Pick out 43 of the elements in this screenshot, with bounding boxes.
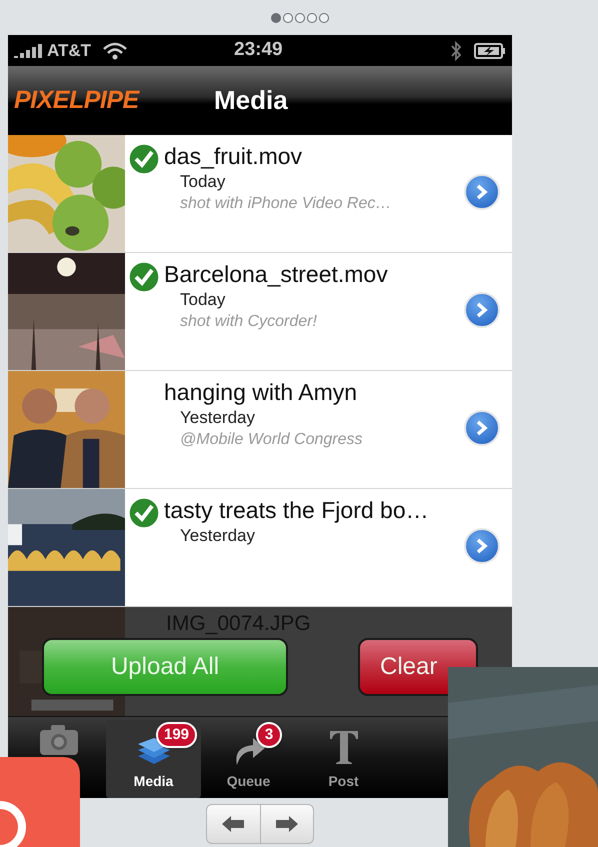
count-badge: 199 [156, 722, 198, 748]
right-arrow-icon [274, 815, 299, 833]
previous-button[interactable] [206, 804, 260, 844]
next-button[interactable] [260, 804, 314, 844]
screen-title: Media [214, 84, 288, 117]
camera-icon [38, 724, 78, 756]
app-logo: PIXELPIPE [14, 84, 139, 116]
media-row[interactable]: hanging with Amyn Yesterday @Mobile World Congress [8, 371, 512, 489]
media-row[interactable]: Barcelona_street.mov Today shot with Cycorder! [8, 253, 512, 371]
media-date: Yesterday [180, 525, 256, 547]
battery-icon [474, 42, 506, 58]
clock-time: 23:49 [234, 38, 283, 62]
detail-button[interactable] [464, 410, 500, 446]
signal-icon [14, 44, 44, 58]
media-date: Today [180, 171, 226, 193]
media-note: @Mobile World Congress [180, 430, 364, 450]
count-badge: 3 [256, 722, 282, 748]
detail-button[interactable] [464, 292, 500, 328]
wifi-icon [103, 42, 128, 60]
chevron-right-icon [475, 420, 489, 436]
carrier-name: AT&T [47, 40, 92, 62]
bluetooth-icon [450, 40, 462, 60]
detail-button[interactable] [464, 174, 500, 210]
media-title: das_fruit.mov [164, 142, 304, 171]
media-date: Yesterday [180, 407, 256, 429]
tab[interactable]: 3 Queue [201, 720, 296, 798]
media-note: shot with iPhone Video Rec… [180, 194, 392, 214]
media-title: tasty treats the Fjord bo… [164, 496, 430, 525]
media-row[interactable]: das_fruit.mov Today shot with iPhone Video Rec… [8, 135, 512, 253]
media-title: hanging with Amyn [164, 378, 358, 407]
media-date: Today [180, 289, 226, 311]
left-arrow-icon [221, 815, 246, 833]
letter-t-icon [328, 729, 360, 765]
chevron-right-icon [475, 184, 489, 200]
media-note: shot with Cycorder! [180, 312, 318, 332]
media-row[interactable]: tasty treats the Fjord bo… Yesterday [8, 489, 512, 607]
detail-button[interactable] [464, 528, 500, 564]
app-icon [0, 757, 80, 847]
chevron-right-icon [475, 538, 489, 554]
tab[interactable]: 199 Media [106, 720, 201, 798]
tab[interactable]: Post [296, 720, 391, 798]
chevron-right-icon [475, 302, 489, 318]
media-title: Barcelona_street.mov [164, 260, 389, 289]
